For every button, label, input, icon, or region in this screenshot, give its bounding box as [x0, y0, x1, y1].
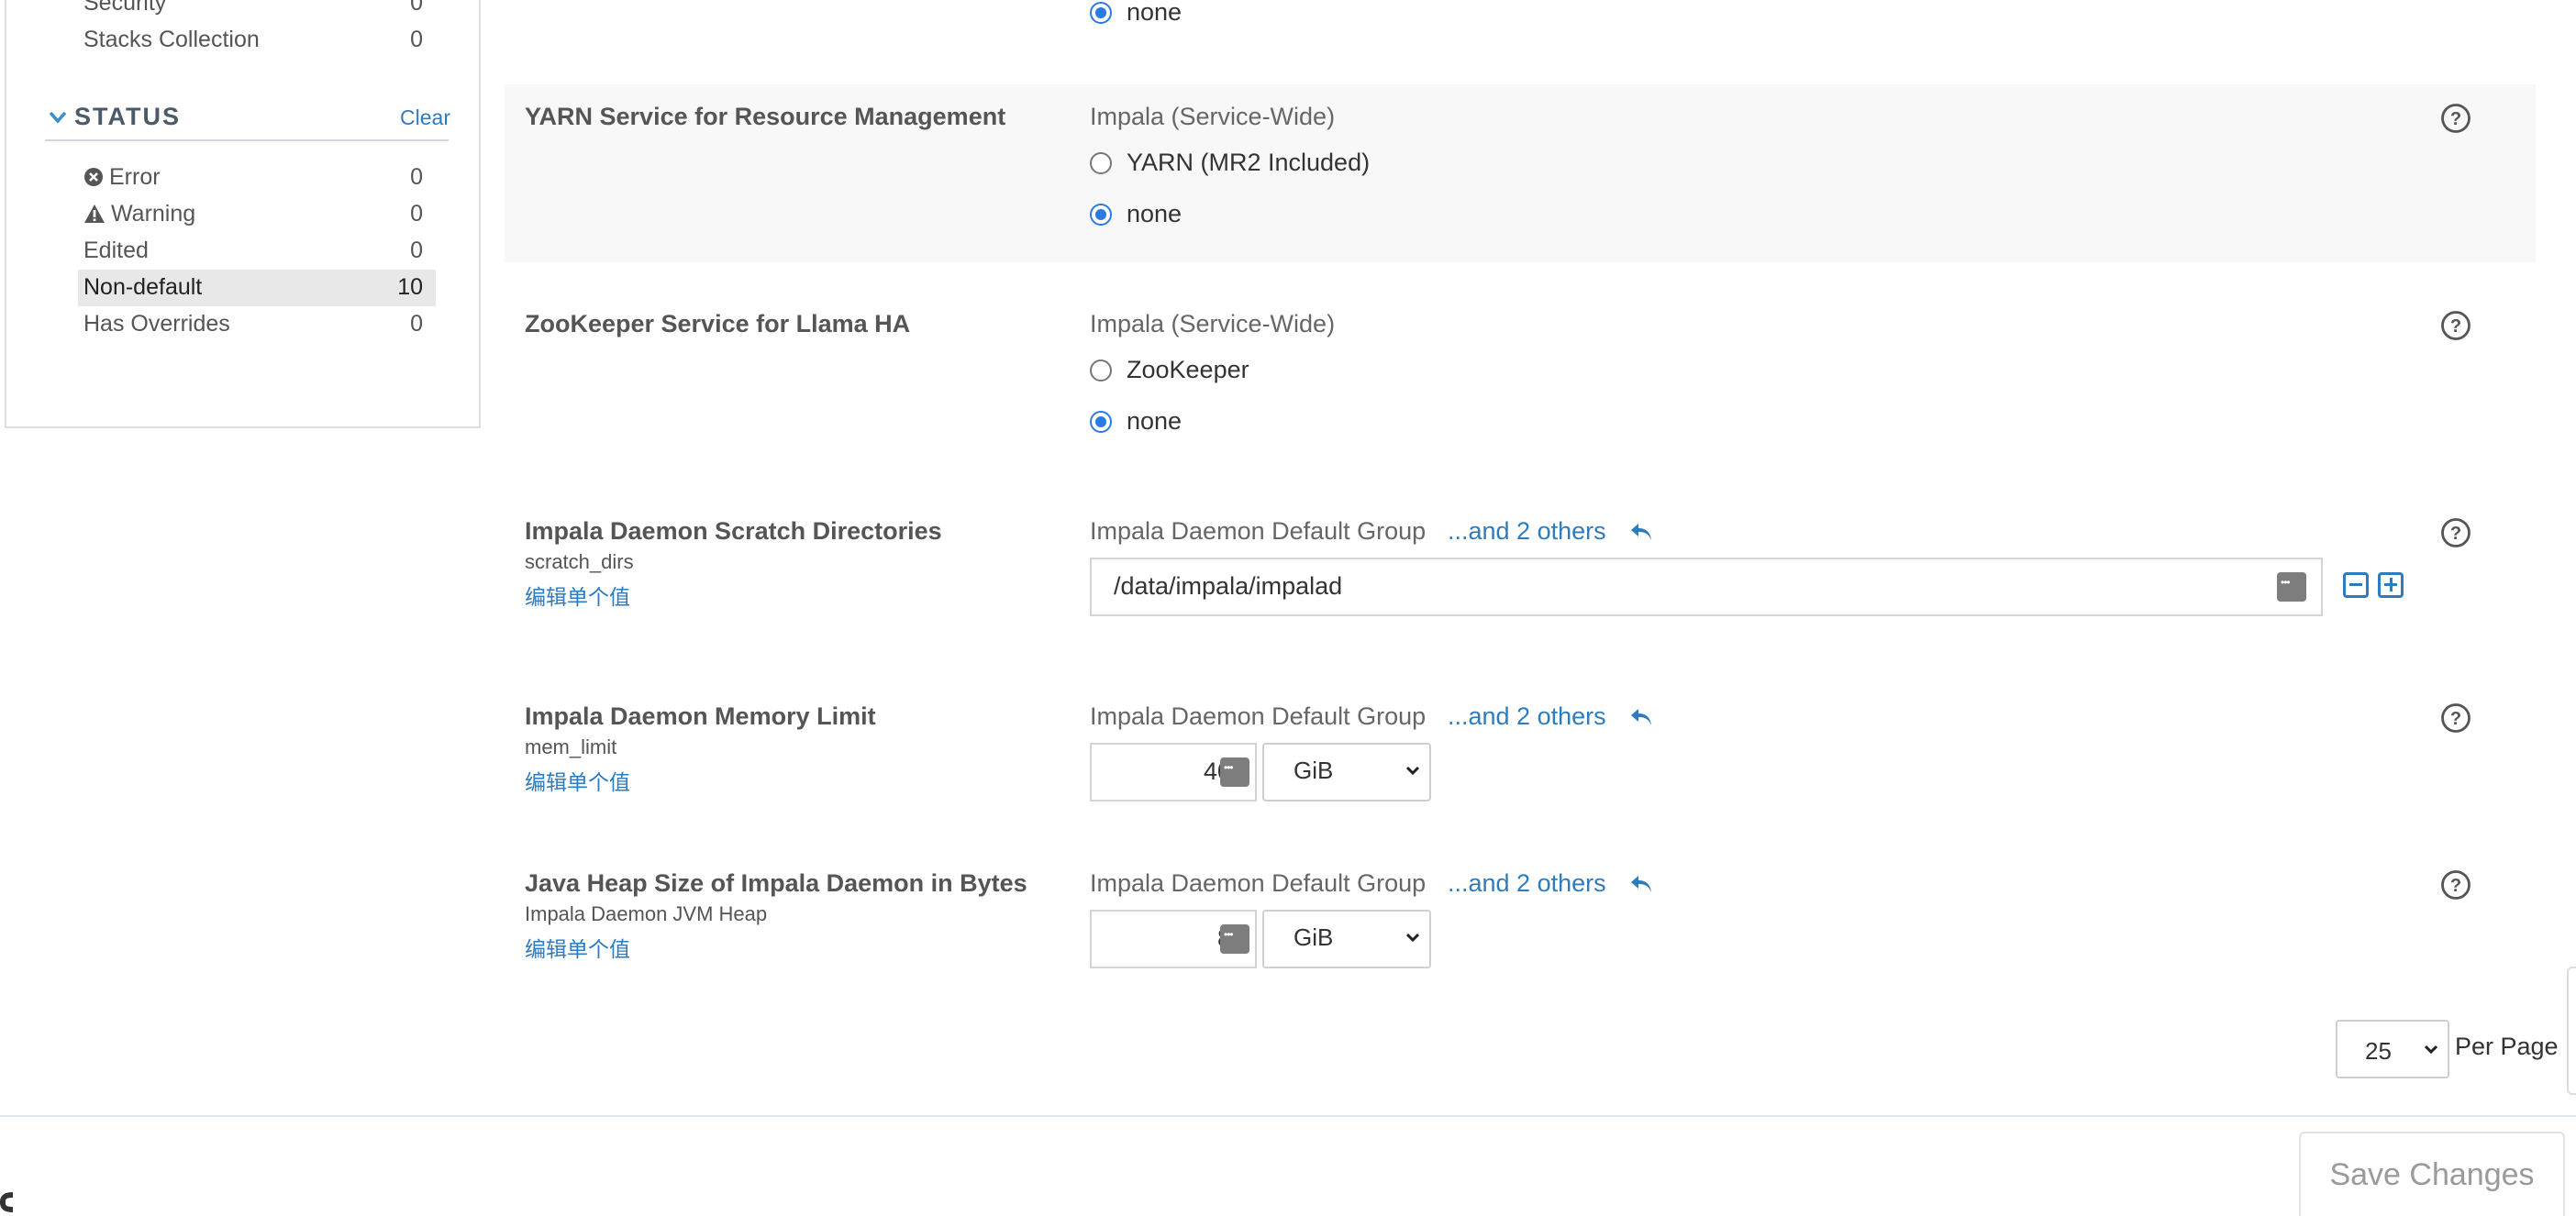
- config-label: Impala Daemon Memory Limit: [525, 702, 876, 730]
- sidebar-item-has-overrides[interactable]: Has Overrides 0: [78, 306, 436, 343]
- edit-individual-values-link[interactable]: 编辑单个值: [525, 580, 630, 611]
- config-property-name: Impala Daemon JVM Heap: [525, 902, 768, 925]
- save-changes-button[interactable]: Save Changes: [2299, 1132, 2565, 1216]
- revert-icon[interactable]: [1629, 706, 1655, 728]
- chevron-down-icon: [1405, 933, 1420, 943]
- sidebar-item-count: 0: [410, 27, 423, 52]
- more-options-icon[interactable]: [1220, 924, 1249, 954]
- radio-label: none: [1127, 0, 1183, 26]
- input-value: /data/impala/impalad: [1114, 572, 1343, 600]
- config-row-zookeeper-service: ZooKeeper Service for Llama HA Impala (S…: [505, 292, 2536, 466]
- radio-label: YARN (MR2 Included): [1127, 149, 1371, 176]
- more-options-icon[interactable]: [1220, 757, 1249, 787]
- help-icon[interactable]: ?: [2440, 869, 2471, 901]
- radio-button[interactable]: [1090, 411, 1112, 433]
- config-scope: Impala (Service-Wide): [1090, 310, 1336, 337]
- chevron-down-icon: [1405, 766, 1420, 776]
- add-value-icon[interactable]: [2378, 572, 2404, 598]
- remove-value-icon[interactable]: [2343, 572, 2369, 598]
- side-panel-edge: [2567, 967, 2576, 1095]
- status-title: STATUS: [74, 103, 181, 130]
- radio-button[interactable]: [1090, 204, 1112, 226]
- help-icon[interactable]: ?: [2440, 702, 2471, 734]
- config-label: Java Heap Size of Impala Daemon in Bytes: [525, 869, 1027, 897]
- config-scope: Impala Daemon Default Group: [1090, 517, 1427, 545]
- sidebar-item-non-default[interactable]: Non-default 10: [78, 270, 436, 306]
- config-row-mem-limit: Impala Daemon Memory Limit mem_limit 编辑单…: [505, 684, 2536, 822]
- radio-button[interactable]: [1090, 359, 1112, 381]
- per-page-select[interactable]: 25: [2336, 1020, 2449, 1078]
- and-others-link[interactable]: ...and 2 others: [1448, 702, 1606, 731]
- config-label: Impala Daemon Scratch Directories: [525, 517, 942, 545]
- sidebar-item-label: Non-default: [83, 274, 203, 300]
- sidebar-item-stacks-collection[interactable]: Stacks Collection 0: [78, 22, 436, 59]
- svg-text:?: ?: [2450, 109, 2461, 129]
- sidebar-item-count: 0: [410, 311, 423, 337]
- select-value: GiB: [1294, 757, 1334, 784]
- svg-text:?: ?: [2450, 709, 2461, 729]
- radio-button[interactable]: [1090, 2, 1112, 24]
- sidebar-item-label: Edited: [83, 238, 149, 263]
- sidebar-item-label: Has Overrides: [83, 311, 230, 337]
- sidebar-item-error[interactable]: Error 0: [78, 160, 436, 196]
- sidebar-item-count: 0: [410, 238, 423, 263]
- help-icon[interactable]: ?: [2440, 310, 2471, 341]
- status-section-header: STATUS Clear: [45, 103, 450, 141]
- config-property-name: scratch_dirs: [525, 550, 634, 573]
- config-scope: Impala Daemon Default Group: [1090, 869, 1427, 897]
- sidebar-item-label: Stacks Collection: [83, 27, 260, 52]
- mem-limit-unit-select[interactable]: GiB: [1262, 743, 1431, 801]
- warning-triangle-icon: [84, 205, 105, 223]
- config-row-partial: none: [505, 0, 2536, 26]
- more-options-icon[interactable]: [2277, 572, 2306, 602]
- svg-text:?: ?: [2450, 524, 2461, 544]
- and-others-link[interactable]: ...and 2 others: [1448, 869, 1606, 898]
- sidebar-item-count: 0: [410, 164, 423, 190]
- revert-icon[interactable]: [1629, 521, 1655, 543]
- config-label: ZooKeeper Service for Llama HA: [525, 310, 911, 337]
- radio-label: ZooKeeper: [1127, 356, 1249, 383]
- and-others-link[interactable]: ...and 2 others: [1448, 517, 1606, 546]
- sidebar-item-count: 0: [410, 0, 423, 16]
- config-row-scratch-dirs: Impala Daemon Scratch Directories scratc…: [505, 499, 2536, 636]
- java-heap-unit-select[interactable]: GiB: [1262, 910, 1431, 968]
- footer-divider: [0, 1115, 2576, 1117]
- radio-label: none: [1127, 407, 1183, 435]
- partial-logo-icon: [0, 1192, 13, 1212]
- sidebar-item-label: Error: [109, 164, 161, 190]
- help-icon[interactable]: ?: [2440, 517, 2471, 548]
- sidebar-item-edited[interactable]: Edited 0: [78, 233, 436, 270]
- config-property-name: mem_limit: [525, 735, 617, 758]
- sidebar-item-warning[interactable]: Warning 0: [78, 196, 436, 233]
- sidebar-item-count: 0: [410, 201, 423, 227]
- config-row-yarn-service: YARN Service for Resource Management Imp…: [505, 84, 2536, 262]
- sidebar-item-security[interactable]: Security 0: [78, 0, 436, 22]
- select-value: GiB: [1294, 923, 1334, 951]
- chevron-down-icon: [2424, 1045, 2438, 1055]
- help-icon[interactable]: ?: [2440, 103, 2471, 134]
- svg-text:?: ?: [2450, 876, 2461, 896]
- radio-label: none: [1127, 200, 1183, 227]
- config-label: YARN Service for Resource Management: [525, 103, 1006, 130]
- scratch-dirs-input[interactable]: /data/impala/impalad: [1090, 558, 2323, 616]
- select-value: 25: [2365, 1037, 2392, 1065]
- revert-icon[interactable]: [1629, 873, 1655, 895]
- edit-individual-values-link[interactable]: 编辑单个值: [525, 932, 630, 963]
- clear-status-link[interactable]: Clear: [400, 105, 450, 130]
- config-scope: Impala (Service-Wide): [1090, 103, 1336, 130]
- sidebar-item-label: Security: [83, 0, 167, 16]
- radio-button[interactable]: [1090, 152, 1112, 174]
- java-heap-input[interactable]: 8: [1090, 910, 1257, 968]
- mem-limit-input[interactable]: 40: [1090, 743, 1257, 801]
- sidebar-item-count: 10: [397, 274, 423, 300]
- config-row-java-heap: Java Heap Size of Impala Daemon in Bytes…: [505, 851, 2536, 989]
- config-scope: Impala Daemon Default Group: [1090, 702, 1427, 730]
- per-page-label: Per Page: [2455, 1033, 2559, 1060]
- svg-text:?: ?: [2450, 316, 2461, 337]
- sidebar-item-label: Warning: [111, 201, 196, 227]
- chevron-down-icon[interactable]: [49, 108, 67, 127]
- error-circle-icon: [84, 168, 103, 186]
- filter-sidebar: Security 0 Stacks Collection 0 STATUS Cl…: [5, 0, 481, 428]
- edit-individual-values-link[interactable]: 编辑单个值: [525, 765, 630, 796]
